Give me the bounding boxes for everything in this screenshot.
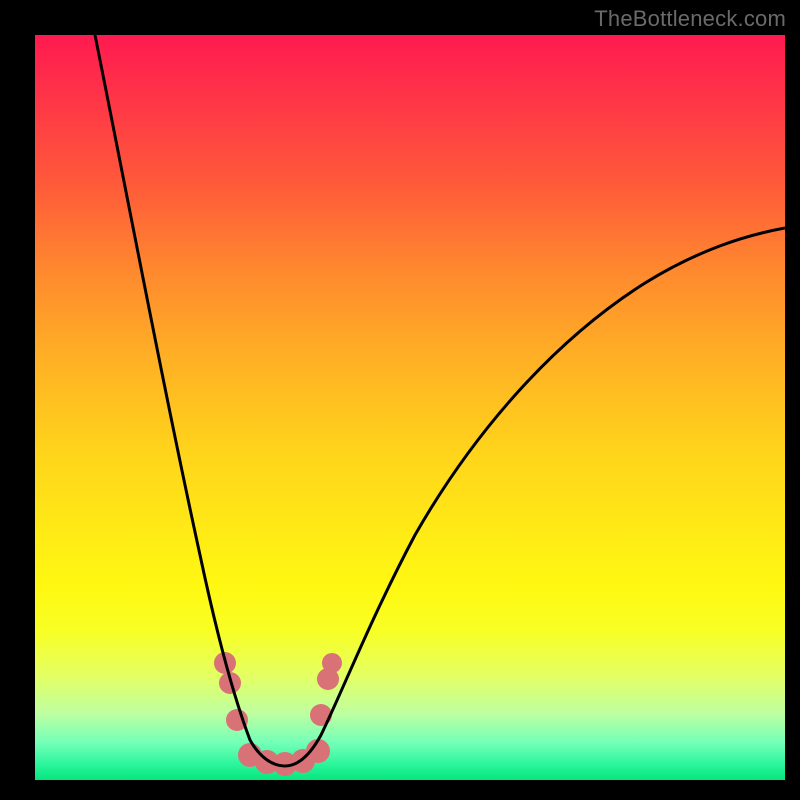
plot-area (35, 35, 785, 780)
watermark-text: TheBottleneck.com (594, 6, 786, 32)
marker-band (214, 652, 342, 776)
curve-right (285, 228, 785, 766)
curve-left (95, 35, 285, 766)
chart-frame: TheBottleneck.com (0, 0, 800, 800)
chart-svg (35, 35, 785, 780)
